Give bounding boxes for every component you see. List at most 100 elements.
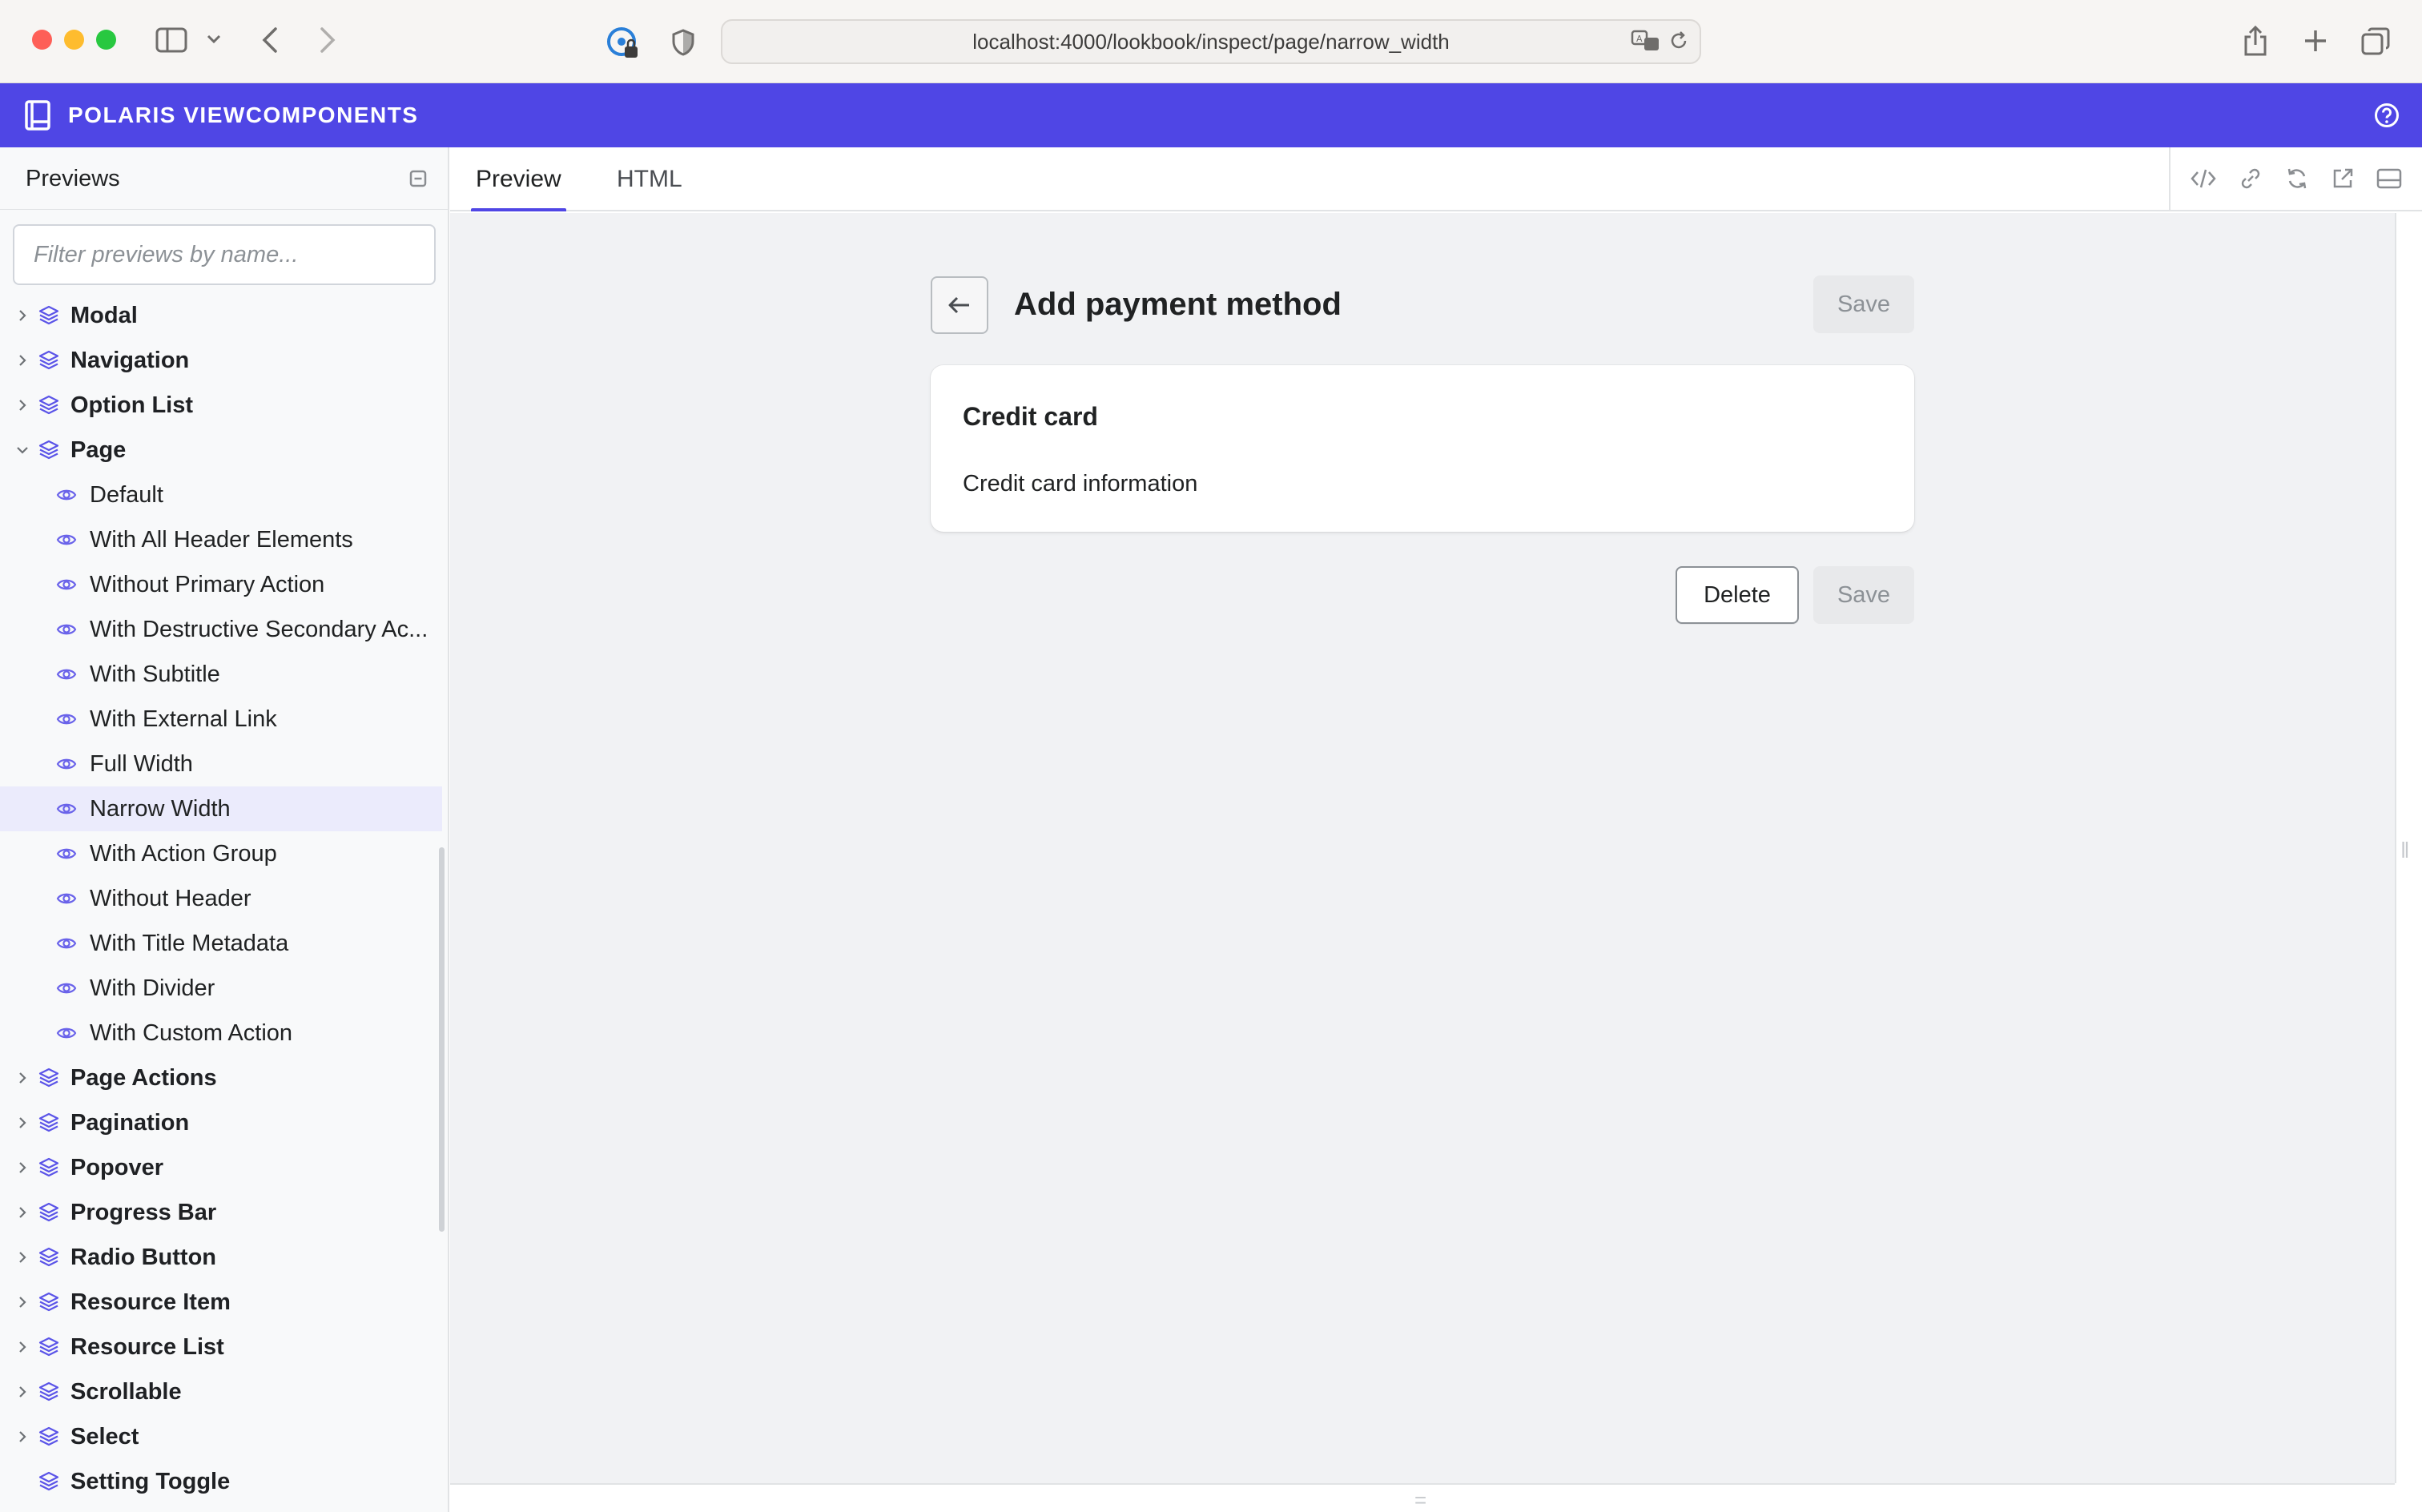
tab-html[interactable]: HTML [617, 147, 682, 211]
tree-item-full-width[interactable]: Full Width [0, 742, 448, 786]
new-tab-icon[interactable] [2300, 26, 2331, 56]
tab-overview-icon[interactable] [2360, 26, 2392, 58]
chevron-right-icon[interactable] [14, 1429, 30, 1445]
external-link-icon[interactable] [2331, 167, 2355, 191]
link-icon[interactable] [2238, 166, 2263, 191]
tree-group-label: Page Actions [70, 1064, 217, 1091]
tree-group-label: Radio Button [70, 1244, 217, 1270]
browser-toolbar: localhost:4000/lookbook/inspect/page/nar… [0, 0, 2422, 83]
privacy-shield-icon[interactable] [670, 27, 697, 58]
tree-item-with-custom-action[interactable]: With Custom Action [0, 1011, 448, 1056]
chevron-right-icon[interactable] [14, 1070, 30, 1086]
close-window-button[interactable] [32, 30, 52, 50]
sidebar-scrollbar[interactable] [439, 847, 445, 1232]
tree-item-label: With Divider [90, 975, 215, 1001]
tree-group-label: Page [70, 436, 127, 463]
eye-icon [56, 755, 77, 773]
tree-group-navigation[interactable]: Navigation [0, 338, 448, 383]
resize-grip-icon[interactable]: ‖ [2400, 838, 2410, 863]
chevron-right-icon[interactable] [14, 1339, 30, 1355]
collapse-all-icon[interactable] [409, 170, 427, 187]
save-button[interactable]: Save [1813, 275, 1914, 333]
share-icon[interactable] [2239, 22, 2271, 59]
tree-group-scrollable[interactable]: Scrollable [0, 1369, 448, 1414]
tree-group-pagination[interactable]: Pagination [0, 1100, 448, 1145]
back-nav-icon[interactable] [256, 24, 284, 56]
chevron-right-icon[interactable] [14, 308, 30, 324]
reload-icon[interactable] [1668, 30, 1690, 52]
tree-group-resource-item[interactable]: Resource Item [0, 1280, 448, 1325]
layers-icon [38, 304, 60, 327]
minimize-window-button[interactable] [64, 30, 84, 50]
tree-group-popover[interactable]: Popover [0, 1145, 448, 1190]
tree-item-with-destructive-secondary-ac[interactable]: With Destructive Secondary Ac... [0, 607, 448, 652]
filter-previews-input[interactable] [13, 224, 436, 285]
tree-group-radio-button[interactable]: Radio Button [0, 1235, 448, 1280]
password-manager-icon[interactable] [606, 26, 641, 61]
credit-card-card: Credit card Credit card information [931, 365, 1914, 532]
tree-item-narrow-width[interactable]: Narrow Width [0, 786, 442, 831]
chevron-right-icon[interactable] [14, 1249, 30, 1265]
tree-group-label: Setting Toggle [70, 1468, 231, 1494]
chevron-right-icon[interactable] [14, 1160, 30, 1176]
tree-item-without-header[interactable]: Without Header [0, 876, 448, 921]
tree-group-modal[interactable]: Modal [0, 293, 448, 338]
tree-item-with-action-group[interactable]: With Action Group [0, 831, 448, 876]
tree-item-with-subtitle[interactable]: With Subtitle [0, 652, 448, 697]
address-bar[interactable]: localhost:4000/lookbook/inspect/page/nar… [721, 19, 1701, 64]
layers-icon [38, 1067, 60, 1089]
tree-group-resource-list[interactable]: Resource List [0, 1325, 448, 1369]
zoom-window-button[interactable] [96, 30, 116, 50]
sidebar-header: Previews [0, 147, 448, 210]
tree-item-label: With Action Group [90, 840, 277, 867]
sidebar-title: Previews [26, 166, 120, 191]
tree-group-setting-toggle[interactable]: Setting Toggle [0, 1459, 448, 1504]
chevron-right-icon[interactable] [14, 352, 30, 368]
eye-icon [56, 621, 77, 638]
tree-item-label: Narrow Width [90, 795, 231, 822]
tree-group-select[interactable]: Select [0, 1414, 448, 1459]
tree-item-label: With Destructive Secondary Ac... [90, 616, 428, 642]
tab-preview[interactable]: Preview [471, 147, 566, 211]
layers-icon [38, 1381, 60, 1403]
tree-item-label: With All Header Elements [90, 526, 353, 553]
refresh-icon[interactable] [2284, 166, 2310, 191]
eye-icon [56, 710, 77, 728]
resize-grip-icon[interactable]: = [1414, 1488, 1426, 1512]
tree-group-label: Navigation [70, 347, 190, 373]
tree-group-page-actions[interactable]: Page Actions [0, 1056, 448, 1100]
delete-button[interactable]: Delete [1676, 566, 1799, 624]
tree-group-page[interactable]: Page [0, 428, 448, 472]
back-button[interactable] [931, 276, 988, 334]
app-title: POLARIS VIEWCOMPONENTS [68, 103, 419, 127]
chevron-right-icon[interactable] [14, 1384, 30, 1400]
tree-item-with-title-metadata[interactable]: With Title Metadata [0, 921, 448, 966]
tree-item-label: Default [90, 481, 163, 508]
eye-icon [56, 666, 77, 683]
help-icon[interactable] [2374, 103, 2400, 128]
layers-icon [38, 1156, 60, 1179]
chevron-right-icon[interactable] [14, 1115, 30, 1131]
chevron-down-icon[interactable] [205, 30, 223, 48]
book-icon [24, 99, 51, 131]
forward-nav-icon[interactable] [314, 24, 341, 56]
tree-item-with-divider[interactable]: With Divider [0, 966, 448, 1011]
chevron-down-icon[interactable] [14, 442, 30, 458]
tree-item-default[interactable]: Default [0, 472, 448, 517]
tree-item-with-all-header-elements[interactable]: With All Header Elements [0, 517, 448, 562]
sidebar-toggle-icon[interactable] [154, 26, 189, 54]
chevron-right-icon[interactable] [14, 397, 30, 413]
chevron-right-icon[interactable] [14, 1294, 30, 1310]
tree-group-option-list[interactable]: Option List [0, 383, 448, 428]
tree-item-without-primary-action[interactable]: Without Primary Action [0, 562, 448, 607]
translate-icon[interactable]: A [1631, 29, 1661, 53]
card-title: Credit card [963, 402, 1098, 431]
tree-group-progress-bar[interactable]: Progress Bar [0, 1190, 448, 1235]
code-icon[interactable] [2191, 167, 2216, 190]
tree-item-with-external-link[interactable]: With External Link [0, 697, 448, 742]
footer-save-button[interactable]: Save [1813, 566, 1914, 624]
tree-item-label: With Custom Action [90, 1019, 293, 1046]
chevron-right-icon[interactable] [14, 1204, 30, 1220]
panel-toggle-icon[interactable] [2376, 167, 2402, 190]
tree-group-label: Modal [70, 302, 138, 328]
